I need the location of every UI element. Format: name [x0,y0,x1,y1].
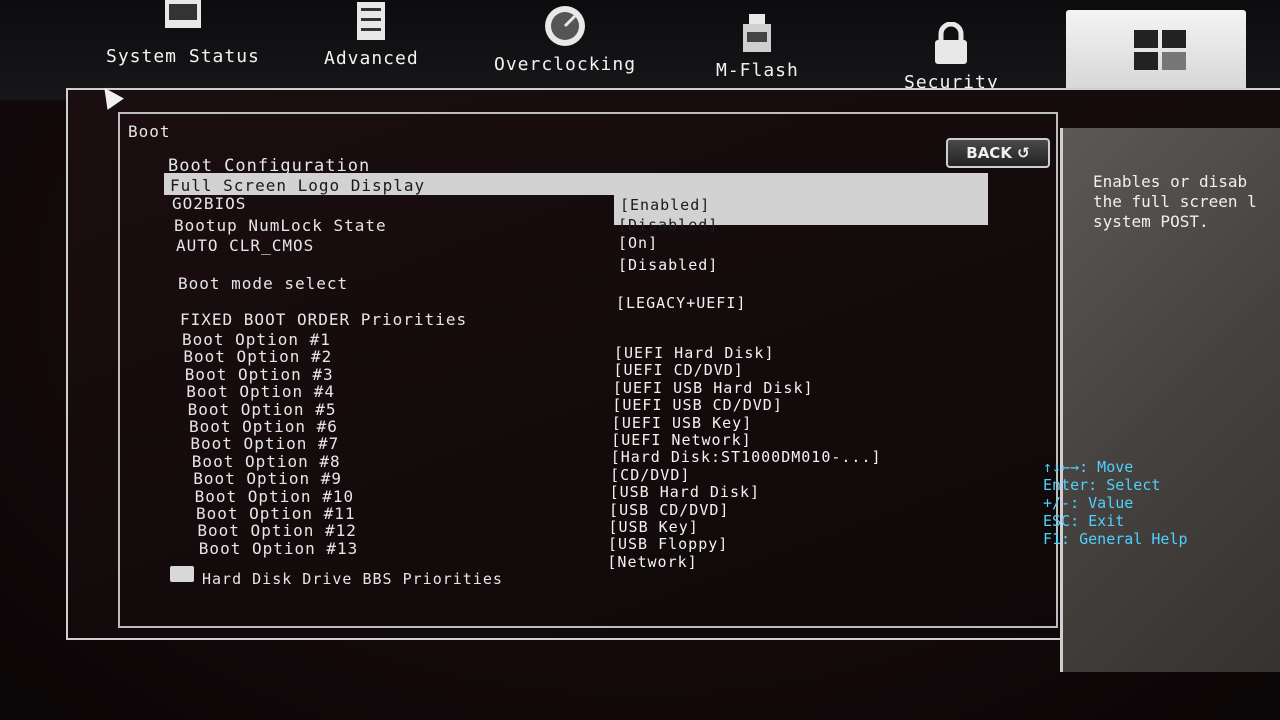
boot-option-label[interactable]: Boot Option #12 [197,521,357,540]
boot-option-value[interactable]: [CD/DVD] [610,466,690,484]
boot-option-value[interactable]: [UEFI Network] [611,431,751,449]
fixed-boot-order-title: FIXED BOOT ORDER Priorities [180,310,468,329]
tab-system-status[interactable]: System Status [106,0,260,67]
monitor-icon [164,0,201,28]
tab-label: System Status [106,46,260,67]
boot-option-label[interactable]: Boot Option #2 [183,347,332,366]
boot-option-value[interactable]: [UEFI USB CD/DVD] [612,396,783,414]
help-panel: Enables or disab the full screen l syste… [1043,128,1280,672]
boot-option-value[interactable]: [USB Key] [609,518,699,536]
boot-option-label[interactable]: Boot Option #3 [185,365,334,384]
key-value: +/-: Value [1043,494,1134,512]
boot-option-label[interactable]: Boot Option #1 [182,330,331,349]
boot-option-value[interactable]: [Hard Disk:ST1000DM010-...] [611,448,882,466]
setting-auto-clr-cmos[interactable]: AUTO CLR_CMOS [176,236,314,255]
back-button[interactable]: BACK ↺ [946,138,1050,168]
key-help: F1: General Help [1043,530,1188,548]
setting-boot-mode-value[interactable]: [LEGACY+UEFI] [616,294,746,312]
tab-label: M-Flash [716,60,799,81]
boot-option-label[interactable]: Boot Option #9 [193,469,342,488]
boot-option-value[interactable]: [UEFI Hard Disk] [614,344,775,362]
help-description: Enables or disab the full screen l syste… [1093,172,1257,231]
tab-overclocking[interactable]: Overclocking [494,4,636,75]
tab-label: Overclocking [494,54,637,75]
key-move: ↑↓←→: Move [1043,458,1134,476]
hdd-bbs-priorities-link[interactable]: Hard Disk Drive BBS Priorities [202,570,503,588]
setting-full-screen-logo-value[interactable]: [Enabled] [620,196,710,214]
boot-option-value[interactable]: [USB Floppy] [608,535,728,553]
setting-go2bios-value[interactable]: [Disabled] [618,216,718,234]
gauge-icon [545,6,586,46]
boot-option-value[interactable]: [UEFI USB Hard Disk] [613,379,814,397]
boot-option-value[interactable]: [UEFI CD/DVD] [613,361,743,379]
boot-option-label[interactable]: Boot Option #5 [188,400,337,419]
boot-option-label[interactable]: Boot Option #6 [189,417,338,436]
setting-go2bios[interactable]: GO2BIOS [172,194,246,213]
boot-option-label[interactable]: Boot Option #7 [190,434,339,453]
sliders-icon [357,2,386,40]
setting-auto-clr-cmos-value[interactable]: [Disabled] [618,256,718,274]
setting-boot-mode[interactable]: Boot mode select [178,274,348,293]
boot-option-label[interactable]: Boot Option #10 [195,487,355,506]
boot-option-label[interactable]: Boot Option #13 [199,539,359,558]
setting-full-screen-logo[interactable]: Full Screen Logo Display [170,176,425,195]
usb-bios-icon [743,14,772,52]
key-select: Enter: Select [1043,476,1161,494]
tab-m-flash[interactable]: M-Flash [716,14,799,81]
setting-numlock[interactable]: Bootup NumLock State [174,216,387,235]
boot-option-label[interactable]: Boot Option #4 [186,382,335,401]
hard-disk-icon [170,566,194,582]
tab-security[interactable]: Security [904,21,999,93]
boot-option-label[interactable]: Boot Option #11 [196,504,356,523]
boot-option-value[interactable]: [UEFI USB Key] [612,414,752,432]
boot-option-value[interactable]: [USB CD/DVD] [609,501,729,519]
key-legend: ↑↓←→: Move Enter: Select +/-: Value ESC:… [1043,458,1188,548]
page-title: Boot [128,122,171,141]
lock-icon [935,21,968,64]
tab-advanced[interactable]: Advanced [324,2,419,69]
key-exit: ESC: Exit [1043,512,1125,530]
boot-icon [1134,30,1186,70]
tab-label: Advanced [324,48,419,69]
setting-numlock-value[interactable]: [On] [618,234,658,252]
boot-option-label[interactable]: Boot Option #8 [192,452,341,471]
boot-option-value[interactable]: [Network] [607,553,697,571]
boot-option-value[interactable]: [USB Hard Disk] [610,483,760,501]
